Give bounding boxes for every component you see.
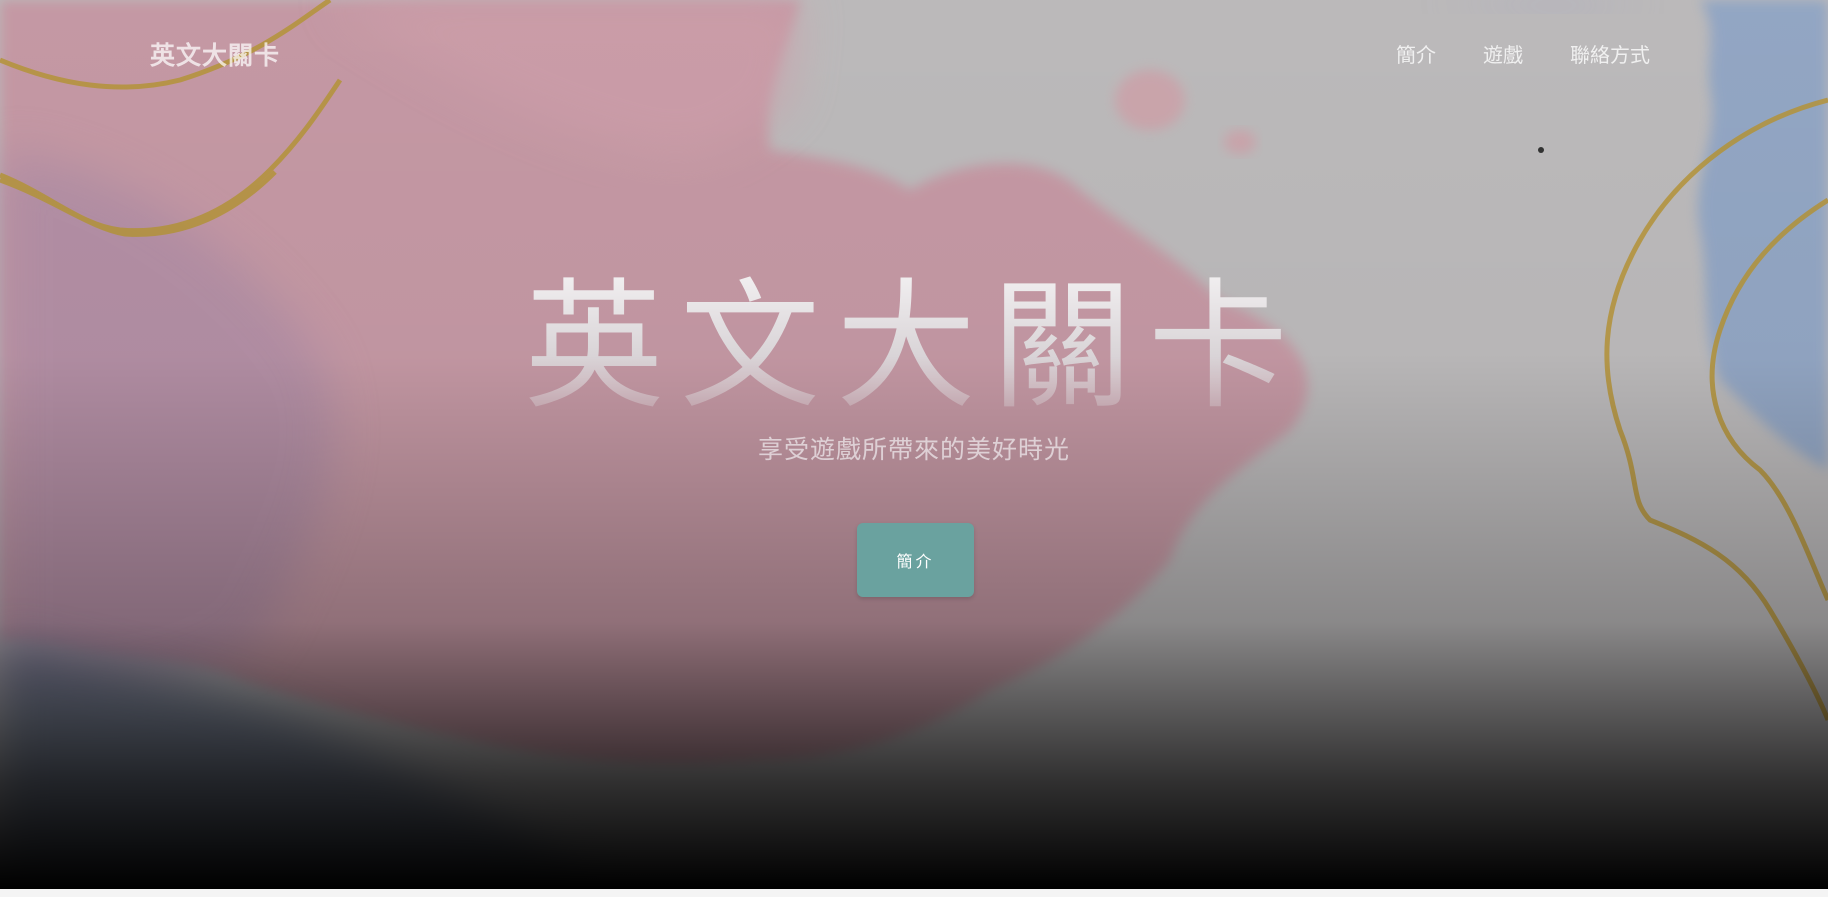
hero-subtitle: 享受遊戲所帶來的美好時光 [757, 435, 1070, 464]
navbar: 英文大關卡 簡介 遊戲 聯絡方式 [0, 0, 1828, 106]
brand-logo[interactable]: 英文大關卡 [150, 36, 280, 72]
nav-item-contact[interactable]: 聯絡方式 [1570, 39, 1650, 68]
nav-item-intro[interactable]: 簡介 [1396, 39, 1436, 68]
intro-button[interactable]: 簡介 [857, 523, 974, 597]
nav-links: 簡介 遊戲 聯絡方式 [1349, 39, 1650, 68]
nav-item-games[interactable]: 遊戲 [1483, 39, 1523, 68]
hero-section: 英文大關卡 簡介 遊戲 聯絡方式 英文大關卡 享受遊戲所帶來的美好時光 簡介 [0, 0, 1828, 889]
hero-title: 英文大關卡 [0, 268, 1828, 428]
